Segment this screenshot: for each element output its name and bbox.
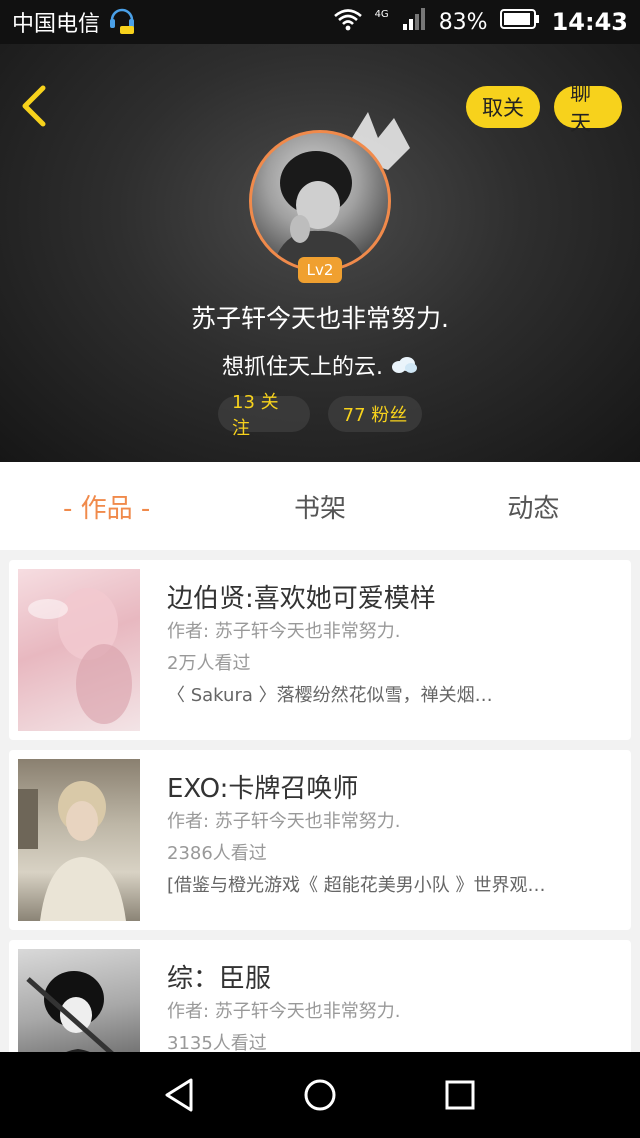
nav-home-icon [304, 1079, 336, 1111]
work-info: EXO:卡牌召唤师 作者: 苏子轩今天也非常努力. 2386人看过 [借鉴与橙光… [167, 772, 619, 902]
cloud-icon [390, 355, 418, 380]
list-item[interactable]: EXO:卡牌召唤师 作者: 苏子轩今天也非常努力. 2386人看过 [借鉴与橙光… [9, 750, 631, 930]
back-arrow-icon [19, 84, 49, 132]
battery-percent: 83% [438, 9, 488, 35]
work-description: [借鉴与橙光游戏《 超能花美男小队 》世界观… [167, 875, 546, 896]
avatar[interactable] [249, 130, 391, 272]
book-cover [18, 949, 140, 1052]
nav-back-button[interactable] [155, 1070, 205, 1120]
profile-tabs: - 作品 - 书架 动态 [0, 462, 640, 550]
avatar-portrait-icon [272, 151, 368, 269]
work-author: 作者: 苏子轩今天也非常努力. [167, 1001, 401, 1022]
list-item[interactable]: 综：臣服 作者: 苏子轩今天也非常努力. 3135人看过 [9, 940, 631, 1052]
works-list: 边伯贤:喜欢她可爱模样 作者: 苏子轩今天也非常努力. 2万人看过 〈 Saku… [0, 560, 640, 1052]
nav-home-button[interactable] [295, 1070, 345, 1120]
clock: 14:43 [551, 8, 628, 36]
nav-recents-icon [445, 1080, 475, 1110]
back-button[interactable] [14, 82, 54, 134]
work-title: EXO:卡牌召唤师 [167, 774, 359, 804]
username: 苏子轩今天也非常努力. [191, 304, 449, 333]
work-views: 2386人看过 [167, 843, 267, 864]
work-title: 边伯贤:喜欢她可爱模样 [167, 584, 436, 614]
work-info: 综：臣服 作者: 苏子轩今天也非常努力. 3135人看过 [167, 962, 619, 1052]
status-bar: 中国电信 4G 83% 14:43 [0, 0, 640, 44]
work-views: 2万人看过 [167, 653, 251, 674]
tab-activity[interactable]: 动态 [427, 488, 640, 525]
book-cover-art-icon [28, 588, 132, 724]
level-badge: Lv2 [298, 257, 342, 283]
work-views: 3135人看过 [167, 1033, 267, 1052]
bio: 想抓住天上的云. [0, 349, 640, 381]
work-title: 综：臣服 [167, 964, 272, 994]
battery-icon [499, 8, 540, 36]
tab-bookshelf[interactable]: 书架 [213, 488, 426, 525]
work-author: 作者: 苏子轩今天也非常努力. [167, 811, 401, 832]
signal-icon [401, 6, 427, 38]
fans-count[interactable]: 77 粉丝 [328, 396, 422, 432]
wifi-icon [333, 7, 363, 37]
work-description: 〈 Sakura 〉落樱纷然花似雪，禅关烟… [167, 685, 493, 706]
nav-recents-button[interactable] [435, 1070, 485, 1120]
book-cover [18, 759, 140, 921]
list-item[interactable]: 边伯贤:喜欢她可爱模样 作者: 苏子轩今天也非常努力. 2万人看过 〈 Saku… [9, 560, 631, 740]
book-cover-art-icon [18, 781, 126, 921]
carrier-label: 中国电信 [12, 12, 101, 37]
bio-text: 想抓住天上的云. [222, 355, 383, 380]
tab-works[interactable]: - 作品 - [0, 488, 213, 525]
chat-button[interactable]: 聊天 [554, 81, 622, 135]
profile-header: 取关 聊天 Lv2 苏子轩今天也非常努力. 想抓住天上的云. 13 关注 77 … [0, 44, 640, 462]
book-cover-art-icon [26, 971, 114, 1052]
profile-page: 中国电信 4G 83% 14:43 取关 聊天 Lv2 苏子轩今天也非常努力. … [0, 0, 640, 1138]
following-count[interactable]: 13 关注 [218, 392, 310, 439]
unfollow-button[interactable]: 取关 [466, 86, 540, 128]
nav-back-icon [165, 1078, 193, 1112]
work-author: 作者: 苏子轩今天也非常努力. [167, 621, 401, 642]
system-nav-bar [0, 1052, 640, 1138]
network-type-label: 4G [374, 8, 389, 20]
work-info: 边伯贤:喜欢她可爱模样 作者: 苏子轩今天也非常努力. 2万人看过 〈 Saku… [167, 582, 619, 712]
headset-icon [108, 4, 136, 40]
book-cover [18, 569, 140, 731]
